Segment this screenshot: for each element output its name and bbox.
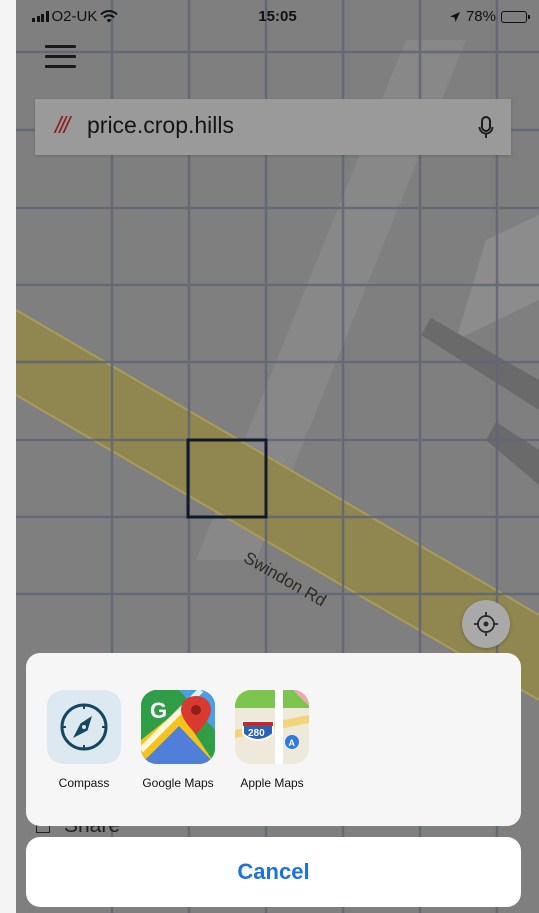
app-apple-maps[interactable]: 280 A Apple Maps xyxy=(234,690,310,790)
svg-text:280: 280 xyxy=(248,728,265,739)
triple-slash-prefix: /// xyxy=(55,112,70,138)
svg-text:A: A xyxy=(289,738,296,748)
phone-screen: O2-UK 15:05 78% /// price.crop.hills Swi… xyxy=(0,0,539,913)
status-bar: O2-UK 15:05 78% xyxy=(16,0,539,36)
cancel-button[interactable]: Cancel xyxy=(26,837,521,907)
google-maps-icon: G xyxy=(141,690,215,764)
share-sheet: Compass G Google Maps 280 A Apple Maps xyxy=(26,653,521,826)
app-label-google-maps: Google Maps xyxy=(142,776,214,790)
app-compass[interactable]: Compass xyxy=(46,690,122,790)
svg-text:G: G xyxy=(150,698,167,723)
apple-maps-icon: 280 A xyxy=(235,690,309,764)
app-google-maps[interactable]: G Google Maps xyxy=(140,690,216,790)
app-label-apple-maps: Apple Maps xyxy=(240,776,304,790)
locate-me-button[interactable] xyxy=(462,600,510,648)
device-frame-edge xyxy=(0,0,16,913)
microphone-icon[interactable] xyxy=(478,116,494,140)
app-label-compass: Compass xyxy=(58,776,110,790)
location-arrow-icon xyxy=(449,11,460,22)
crosshair-icon xyxy=(474,612,498,636)
search-bar[interactable]: /// price.crop.hills xyxy=(35,99,511,155)
address-text: price.crop.hills xyxy=(87,112,234,138)
battery-icon xyxy=(501,10,530,23)
menu-button[interactable] xyxy=(45,43,77,71)
battery-percent: 78% xyxy=(465,8,496,25)
status-right: 78% xyxy=(449,8,530,25)
compass-icon xyxy=(47,690,121,764)
